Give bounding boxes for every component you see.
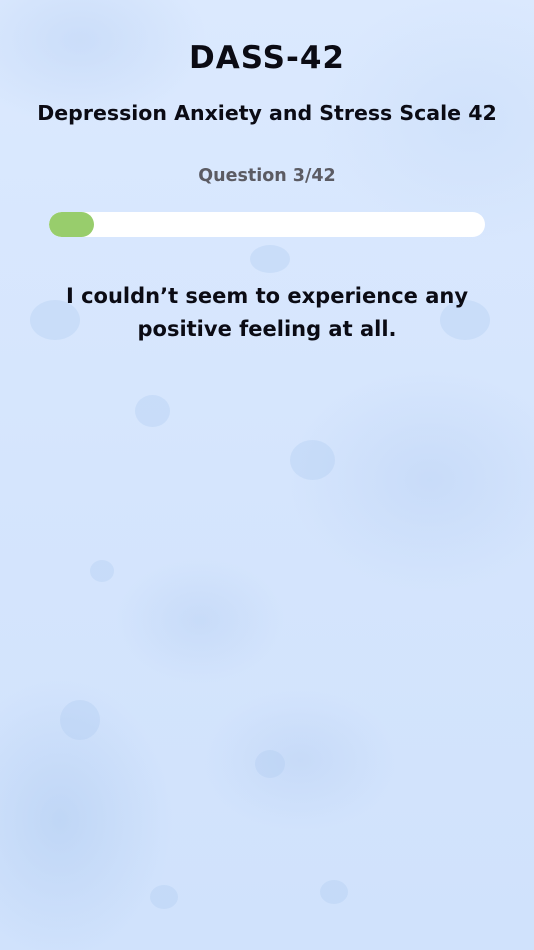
question-counter: Question 3/42 xyxy=(198,166,336,186)
watercolor-background xyxy=(0,0,534,950)
progress-bar-fill xyxy=(49,212,94,237)
question-text: I couldn’t seem to experience any positi… xyxy=(65,284,469,341)
progress-bar xyxy=(49,212,485,237)
app-title: DASS-42 xyxy=(189,40,345,76)
app-subtitle: Depression Anxiety and Stress Scale 42 xyxy=(37,101,497,125)
